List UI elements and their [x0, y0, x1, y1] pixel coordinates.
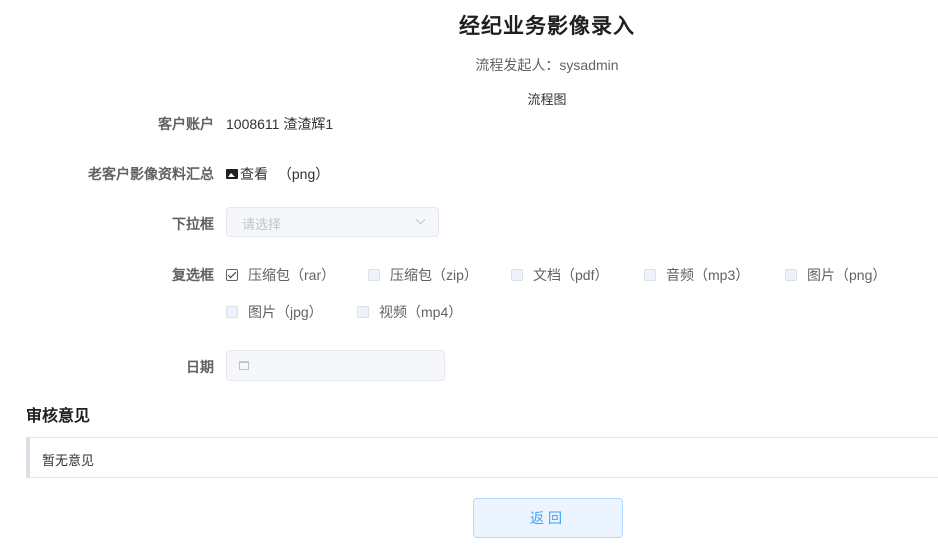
- checkbox-jpg-label: 图片（jpg）: [248, 304, 323, 320]
- checkbox-zip-box[interactable]: [368, 269, 380, 281]
- checkbox-mp3-label: 音频（mp3）: [666, 267, 750, 283]
- checkbox-png[interactable]: 图片（png）: [785, 265, 886, 285]
- view-link-text: 查看: [240, 166, 268, 182]
- image-icon: [226, 169, 238, 179]
- dropdown-select[interactable]: 请选择: [226, 207, 439, 237]
- checkbox-mp4[interactable]: 视频（mp4）: [357, 302, 462, 322]
- view-images-link[interactable]: 查看: [226, 164, 268, 184]
- checkbox-mp3[interactable]: 音频（mp3）: [644, 265, 749, 285]
- checkbox-rar-label: 压缩包（rar）: [248, 267, 336, 283]
- checkbox-jpg-box[interactable]: [226, 306, 238, 318]
- review-section-title: 审核意见: [26, 408, 91, 425]
- checkbox-pdf-box[interactable]: [511, 269, 523, 281]
- page: 经纪业务影像录入 流程发起人：sysadmin 流程图 客户账户 1008611…: [0, 0, 938, 550]
- process-initiator: 流程发起人：sysadmin: [475, 57, 619, 73]
- checkbox-zip-label: 压缩包（zip）: [390, 267, 478, 283]
- checkbox-pdf[interactable]: 文档（pdf）: [511, 265, 608, 285]
- page-title: 经纪业务影像录入: [459, 15, 635, 38]
- checkbox-mp4-label: 视频（mp4）: [379, 304, 463, 320]
- review-opinion-text: 暂无意见: [42, 453, 95, 468]
- checkbox-jpg[interactable]: 图片（jpg）: [226, 302, 323, 322]
- dropdown-label: 下拉框: [172, 216, 214, 232]
- checkbox-mp4-box[interactable]: [357, 306, 369, 318]
- old-images-label: 老客户影像资料汇总: [88, 166, 214, 182]
- chevron-down-icon: [415, 214, 426, 225]
- flowchart-link[interactable]: 流程图: [0, 89, 938, 108]
- calendar-icon: [239, 361, 249, 370]
- old-images-value: 查看 （png）: [226, 164, 329, 184]
- checkbox-zip[interactable]: 压缩包（zip）: [368, 265, 478, 285]
- account-value: 1008611 渣渣辉1: [226, 116, 334, 132]
- checkbox-png-box[interactable]: [785, 269, 797, 281]
- checkbox-mp3-box[interactable]: [644, 269, 656, 281]
- dropdown-placeholder: 请选择: [242, 217, 282, 232]
- checkbox-pdf-label: 文档（pdf）: [533, 267, 609, 283]
- date-label: 日期: [186, 359, 214, 375]
- image-format: （png）: [277, 166, 330, 182]
- back-button[interactable]: 返回: [473, 498, 623, 538]
- checkbox-rar[interactable]: 压缩包（rar）: [226, 265, 335, 285]
- date-picker[interactable]: [226, 350, 445, 381]
- checkbox-png-label: 图片（png）: [807, 267, 887, 283]
- account-label: 客户账户: [158, 116, 214, 132]
- checkbox-rar-box[interactable]: [226, 269, 238, 281]
- review-opinion-box: 暂无意见: [26, 437, 938, 478]
- checkbox-group-label: 复选框: [172, 267, 214, 283]
